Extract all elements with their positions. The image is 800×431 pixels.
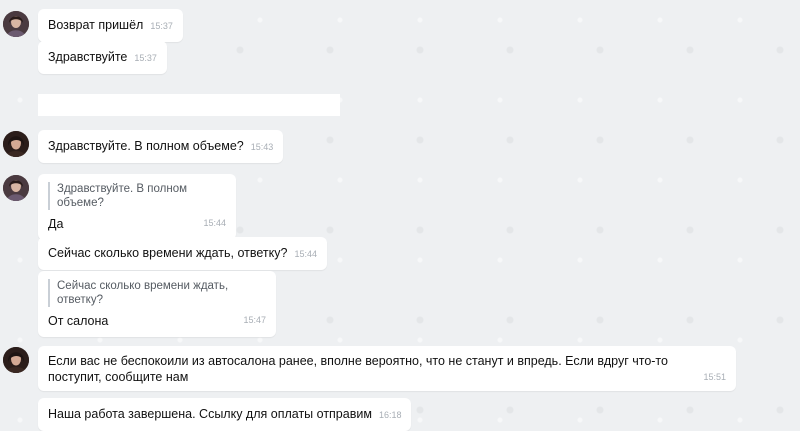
message-time: 15:51 <box>703 372 726 382</box>
message-time: 15:44 <box>203 218 226 228</box>
message-bubble[interactable]: Наша работа завершена. Ссылку для оплаты… <box>38 398 412 431</box>
message-bubble[interactable]: Здравствуйте 15:37 <box>38 41 167 74</box>
avatar[interactable] <box>3 175 29 201</box>
message-time: 16:18 <box>378 410 402 420</box>
empty-message-bubble <box>38 94 340 116</box>
message-time: 15:47 <box>243 315 266 325</box>
message-text: Да <box>48 217 64 231</box>
message-time: 15:37 <box>134 53 157 63</box>
avatar[interactable] <box>3 11 29 37</box>
message-time: 15:37 <box>150 21 173 31</box>
reply-message-bubble[interactable]: Сейчас сколько времени ждать, ответку? О… <box>38 271 276 337</box>
message-text: Сейчас сколько времени ждать, ответку? <box>48 246 288 260</box>
message-bubble[interactable]: Возврат пришёл 15:37 <box>38 9 183 42</box>
avatar-photo <box>3 131 29 157</box>
message-text: Здравствуйте <box>48 50 128 64</box>
message-bubble[interactable]: Если вас не беспокоили из автосалона ран… <box>38 346 736 391</box>
message-bubble[interactable]: Сейчас сколько времени ждать, ответку? 15… <box>38 237 327 270</box>
quoted-message[interactable]: Здравствуйте. В полном объеме? <box>48 182 226 210</box>
avatar[interactable] <box>3 347 29 373</box>
reply-message-bubble[interactable]: Здравствуйте. В полном объеме? Да 15:44 <box>38 174 236 240</box>
message-text: Возврат пришёл <box>48 18 144 32</box>
avatar-photo <box>3 175 29 201</box>
message-text: От салона <box>48 314 109 328</box>
avatar-photo <box>3 347 29 373</box>
avatar-photo <box>3 11 29 37</box>
quoted-message[interactable]: Сейчас сколько времени ждать, ответку? <box>48 279 266 307</box>
message-text: Здравствуйте. В полном объеме? <box>48 139 244 153</box>
message-time: 15:43 <box>250 142 274 152</box>
message-time: 15:44 <box>294 249 317 259</box>
message-text: Наша работа завершена. Ссылку для оплаты… <box>48 407 372 421</box>
avatar[interactable] <box>3 131 29 157</box>
message-text: Если вас не беспокоили из автосалона ран… <box>48 354 668 384</box>
message-bubble[interactable]: Здравствуйте. В полном объеме? 15:43 <box>38 130 284 163</box>
